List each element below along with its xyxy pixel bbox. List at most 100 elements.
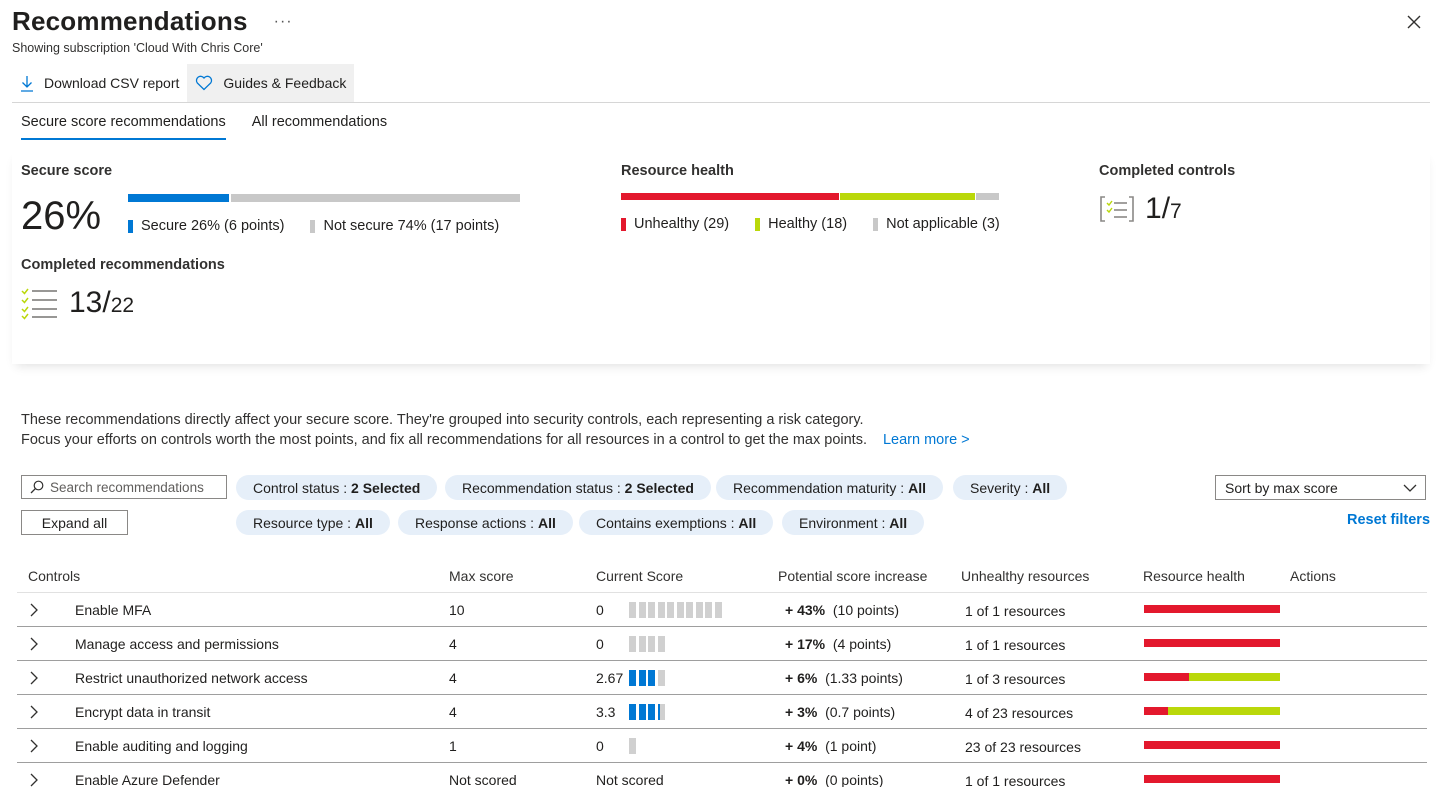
description-line-1: These recommendations directly affect yo… <box>21 412 864 428</box>
potential-increase-points: (4 points) <box>832 636 892 652</box>
completed-recommendations-value: 13/22 <box>21 286 134 320</box>
chevron-right-icon[interactable] <box>29 603 39 617</box>
filter-response-actions-key: Response actions : <box>415 514 535 531</box>
filter-response-actions[interactable]: Response actions : All <box>398 510 573 535</box>
control-name[interactable]: Restrict unauthorized network access <box>75 670 308 686</box>
secure-score-legend: Secure 26% (6 points) Not secure 74% (17… <box>128 218 525 234</box>
potential-increase-points: (10 points) <box>832 602 900 618</box>
filter-resource-type[interactable]: Resource type : All <box>236 510 390 535</box>
filter-control-status[interactable]: Control status : 2 Selected <box>236 475 438 500</box>
resource-health-bar <box>1144 673 1280 681</box>
col-current-score[interactable]: Current Score <box>596 568 683 584</box>
table-row[interactable]: Manage access and permissions 4 0 + 17% (4 … <box>17 627 1427 661</box>
search-box[interactable] <box>21 475 227 499</box>
legend-unhealthy-label: Unhealthy (29) <box>634 216 730 232</box>
guides-feedback-button[interactable]: Guides & Feedback <box>187 64 355 102</box>
score-segment <box>657 602 665 618</box>
score-segment <box>629 602 636 618</box>
max-score: 1 <box>449 738 457 754</box>
col-actions[interactable]: Actions <box>1290 568 1336 584</box>
chevron-right-icon[interactable] <box>29 637 39 651</box>
max-score: 4 <box>449 704 457 720</box>
close-icon[interactable] <box>1406 14 1422 30</box>
more-options-icon[interactable]: ··· <box>274 13 293 31</box>
secure-segment <box>128 194 230 202</box>
description: These recommendations directly affect yo… <box>21 410 970 450</box>
sort-dropdown[interactable]: Sort by max score <box>1215 475 1426 500</box>
score-segment <box>629 738 636 754</box>
potential-increase-points: (0.7 points) <box>825 704 896 720</box>
max-score: 10 <box>449 602 465 618</box>
filter-severity[interactable]: Severity : All <box>953 475 1068 500</box>
reset-filters-link[interactable]: Reset filters <box>1347 512 1430 528</box>
secure-score-value: 26% <box>21 194 102 238</box>
potential-increase-pct: + 3% <box>785 704 818 720</box>
completed-recommendations-num: 13 <box>69 286 103 319</box>
table-row[interactable]: Encrypt data in transit 4 3.3 + 3% (0.7 poi… <box>17 695 1427 729</box>
filter-environment[interactable]: Environment : All <box>782 510 925 535</box>
legend-swatch-unhealthy <box>621 217 626 231</box>
potential-increase: + 17% (4 points) <box>785 636 891 652</box>
filter-recommendation-maturity-value: All <box>908 479 926 496</box>
table-row[interactable]: Enable MFA 10 0 + 43% (10 points) 1 of 1 res… <box>17 593 1427 627</box>
resource-health-bar <box>1144 605 1280 613</box>
download-csv-button[interactable]: Download CSV report <box>12 64 187 102</box>
legend-healthy: Healthy (18) <box>755 216 847 232</box>
col-potential-score-increase[interactable]: Potential score increase <box>778 568 927 584</box>
completed-controls-fraction: 1/7 <box>1145 192 1182 225</box>
control-name[interactable]: Encrypt data in transit <box>75 704 210 720</box>
score-segment <box>695 602 703 618</box>
health-na-segment <box>976 193 999 200</box>
control-name[interactable]: Enable auditing and logging <box>75 738 248 754</box>
chevron-right-icon[interactable] <box>29 671 39 685</box>
control-name[interactable]: Manage access and permissions <box>75 636 279 652</box>
unhealthy-resources: 1 of 3 resources <box>965 671 1066 687</box>
chevron-right-icon[interactable] <box>29 705 39 719</box>
score-segment <box>657 704 665 720</box>
description-line-2: Focus your efforts on controls worth the… <box>21 430 970 450</box>
toolbar: Download CSV report Guides & Feedback <box>12 64 355 102</box>
chevron-right-icon[interactable] <box>29 773 39 787</box>
legend-not-secure-label: Not secure 74% (17 points) <box>323 218 500 234</box>
resource-health-bar <box>1144 639 1280 647</box>
tab-secure-score-recommendations[interactable]: Secure score recommendations <box>21 114 226 140</box>
potential-increase: + 3% (0.7 points) <box>785 704 895 720</box>
table-row[interactable]: Enable Azure Defender Not scored Not score… <box>17 763 1427 787</box>
col-resource-health[interactable]: Resource health <box>1143 568 1245 584</box>
resource-health-bar <box>1144 775 1280 783</box>
learn-more-link[interactable]: Learn more > <box>883 432 970 448</box>
current-score: Not scored <box>596 772 664 787</box>
filter-response-actions-value: All <box>537 514 556 531</box>
resource-health-heading: Resource health <box>621 162 734 179</box>
health-unhealthy-segment <box>1144 639 1280 647</box>
health-unhealthy-segment <box>621 193 840 200</box>
max-score: Not scored <box>449 772 517 787</box>
expand-all-button[interactable]: Expand all <box>21 510 128 535</box>
chevron-right-icon[interactable] <box>29 739 39 753</box>
score-segment <box>705 602 712 618</box>
filter-recommendation-status[interactable]: Recommendation status : 2 Selected <box>445 475 711 500</box>
control-name[interactable]: Enable MFA <box>75 602 151 618</box>
filter-contains-exemptions[interactable]: Contains exemptions : All <box>579 510 774 535</box>
control-name[interactable]: Enable Azure Defender <box>75 772 220 787</box>
health-unhealthy-segment <box>1144 605 1280 613</box>
tab-list: Secure score recommendations All recomme… <box>21 114 413 140</box>
completed-controls-heading: Completed controls <box>1099 162 1235 179</box>
legend-secure: Secure 26% (6 points) <box>128 218 284 234</box>
score-segment <box>657 636 665 652</box>
completed-recommendations-fraction: 13/22 <box>69 286 135 319</box>
filter-recommendation-maturity[interactable]: Recommendation maturity : All <box>716 475 943 500</box>
col-max-score[interactable]: Max score <box>449 568 514 584</box>
toolbar-divider <box>12 102 1430 103</box>
col-unhealthy-resources[interactable]: Unhealthy resources <box>961 568 1089 584</box>
unhealthy-resources: 1 of 1 resources <box>965 603 1066 619</box>
col-controls[interactable]: Controls <box>28 568 80 584</box>
table-row[interactable]: Enable auditing and logging 1 0 + 4% (1 poi… <box>17 729 1427 763</box>
completed-recommendations-label: Completed recommendations <box>21 257 225 273</box>
filter-recommendation-maturity-key: Recommendation maturity : <box>733 479 905 496</box>
search-input[interactable] <box>50 479 220 495</box>
health-healthy-segment <box>840 193 976 200</box>
tab-all-recommendations[interactable]: All recommendations <box>252 114 387 140</box>
potential-increase-pct: + 6% <box>785 670 818 686</box>
table-row[interactable]: Restrict unauthorized network access 4 2.6… <box>17 661 1427 695</box>
